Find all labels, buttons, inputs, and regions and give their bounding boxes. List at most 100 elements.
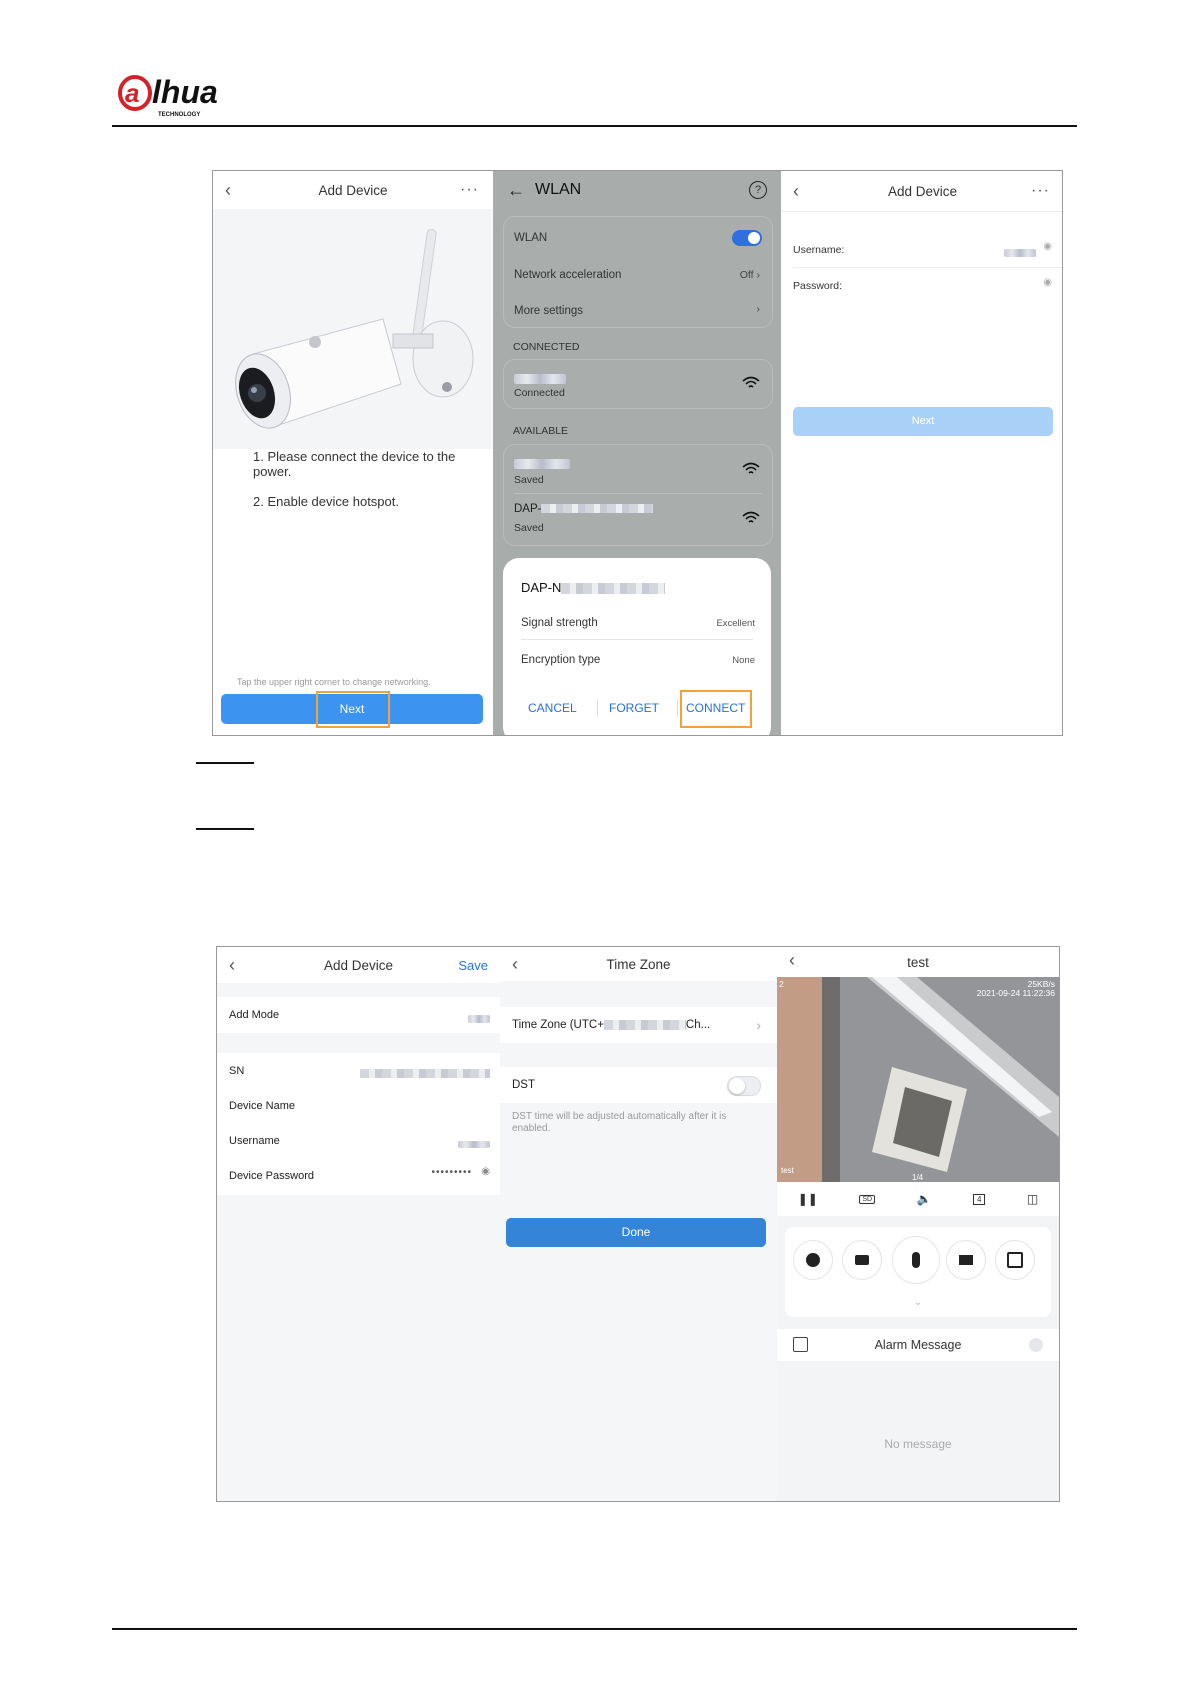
time-zone-suffix: Ch... xyxy=(685,1019,711,1031)
screen-title: Time Zone xyxy=(606,956,671,972)
step-marker-2 xyxy=(196,828,254,830)
available-list: Saved DAP- Saved xyxy=(503,444,773,546)
alarm-message-header[interactable]: Alarm Message xyxy=(777,1329,1059,1361)
eye-icon[interactable]: ◉ xyxy=(1043,241,1052,252)
help-icon[interactable]: ? xyxy=(749,181,767,199)
nav-bar: ‹ Time Zone xyxy=(500,947,777,981)
more-settings[interactable]: More settings xyxy=(514,305,772,317)
cancel-button[interactable]: CANCEL xyxy=(528,701,577,715)
network-acceleration[interactable]: Network acceleration xyxy=(514,269,772,281)
dialog-title: DAP-N xyxy=(521,580,666,595)
nav-bar: ← WLAN ? xyxy=(493,171,781,209)
device-info-list: SN Device Name Username Device Password … xyxy=(217,1053,500,1195)
svg-text:a: a xyxy=(125,78,139,108)
network-item-dap[interactable]: DAP- Saved xyxy=(504,495,772,543)
figure-2: ‹ Add Device Save Add Mode SN Device Nam… xyxy=(216,946,1060,1502)
fullscreen-icon[interactable]: ◫ xyxy=(1027,1192,1038,1206)
wifi-icon xyxy=(742,376,760,388)
playback-icon[interactable] xyxy=(995,1240,1035,1280)
channel-number: 2 xyxy=(779,979,784,989)
back-icon[interactable]: ‹ xyxy=(789,950,795,971)
expand-chevron-icon[interactable]: ⌄ xyxy=(785,1297,1051,1308)
add-mode-label: Add Mode xyxy=(229,1009,280,1021)
back-icon[interactable]: ‹ xyxy=(225,180,231,201)
footer-rule xyxy=(112,1628,1077,1630)
page-indicator: 1/4 xyxy=(912,1173,924,1182)
time-zone-prefix: Time Zone (UTC+ xyxy=(512,1019,604,1031)
sd-quality-icon[interactable]: SD xyxy=(859,1194,876,1204)
alarm-message-title: Alarm Message xyxy=(874,1338,962,1352)
next-button-disabled[interactable]: Next xyxy=(793,407,1053,436)
add-mode-row[interactable]: Add Mode xyxy=(217,997,500,1033)
highlight-next xyxy=(316,691,390,728)
device-name-label[interactable]: Device Name xyxy=(229,1100,295,1112)
connected-network[interactable]: Connected xyxy=(503,359,773,409)
record-icon[interactable] xyxy=(946,1240,986,1280)
dst-label: DST xyxy=(512,1079,535,1091)
back-icon[interactable]: ‹ xyxy=(229,955,235,976)
mute-icon[interactable]: 🔈 xyxy=(917,1192,932,1206)
nav-bar: ‹ test xyxy=(777,947,1059,977)
eye-icon[interactable]: ◉ xyxy=(1043,277,1052,288)
time-zone-row[interactable]: Time Zone (UTC+ Ch... › xyxy=(500,1007,777,1043)
video-frame xyxy=(777,977,1059,1182)
more-icon[interactable]: ··· xyxy=(1031,182,1050,200)
network-item[interactable]: Saved xyxy=(504,445,772,493)
wlan-settings-card: WLAN Network acceleration Off › More set… xyxy=(503,216,773,328)
camera-name: test xyxy=(781,1166,794,1175)
svg-text:lhua: lhua xyxy=(152,74,218,110)
nav-bar: ‹ Add Device ··· xyxy=(213,171,493,209)
forget-button[interactable]: FORGET xyxy=(609,701,659,715)
screen-time-zone: ‹ Time Zone Time Zone (UTC+ Ch... › DST D… xyxy=(500,947,778,1501)
done-label: Done xyxy=(621,1225,651,1239)
ptz-icon[interactable] xyxy=(793,1240,833,1280)
back-icon[interactable]: ‹ xyxy=(512,954,518,975)
split-screen-icon[interactable]: 4 xyxy=(972,1193,986,1205)
header-rule xyxy=(112,125,1077,127)
save-button[interactable]: Save xyxy=(458,958,488,973)
back-arrow-icon[interactable]: ← xyxy=(507,180,525,201)
nav-bar: ‹ Add Device Save xyxy=(217,947,500,983)
collapse-icon[interactable] xyxy=(1029,1338,1043,1352)
snapshot-icon[interactable] xyxy=(842,1240,882,1280)
chevron-right-icon: › xyxy=(756,1017,761,1033)
timestamp: 2021-09-24 11:22:36 xyxy=(976,988,1055,998)
svg-text:TECHNOLOGY: TECHNOLOGY xyxy=(158,112,200,118)
wifi-icon xyxy=(742,511,760,523)
dst-toggle[interactable] xyxy=(727,1076,761,1096)
encryption-type-value: None xyxy=(732,655,755,666)
microphone-icon[interactable] xyxy=(892,1236,940,1284)
screen-wlan: ← WLAN ? WLAN Network acceleration Off ›… xyxy=(493,171,781,735)
wlan-toggle[interactable] xyxy=(732,230,762,246)
video-feed[interactable]: 25KB/s 2021-09-24 11:22:36 2 test 1/4 xyxy=(777,977,1059,1182)
signal-strength-value: Excellent xyxy=(716,618,755,629)
highlight-connect xyxy=(680,690,752,728)
hint-text: Tap the upper right corner to change net… xyxy=(237,677,431,687)
more-icon[interactable]: ··· xyxy=(460,181,479,199)
wifi-icon xyxy=(742,462,760,474)
next-label: Next xyxy=(911,415,935,427)
figure-1: ‹ Add Device ··· 1. Please connect the d… xyxy=(212,170,1063,736)
accel-value: Off › xyxy=(739,269,760,281)
step-2-text: 2. Enable device hotspot. xyxy=(253,494,399,509)
screen-add-device-save: ‹ Add Device Save Add Mode SN Device Nam… xyxy=(217,947,501,1501)
step-marker-1 xyxy=(196,762,254,764)
back-icon[interactable]: ‹ xyxy=(793,181,799,202)
username-value-blurred[interactable] xyxy=(1004,244,1036,262)
screen-title: Add Device xyxy=(887,183,958,199)
pause-icon[interactable]: ❚❚ xyxy=(798,1192,818,1206)
screen-title: test xyxy=(907,954,929,970)
available-header: AVAILABLE xyxy=(513,425,569,437)
network-name-blurred xyxy=(514,370,566,388)
playback-toolbar: ❚❚ SD 🔈 4 ◫ xyxy=(777,1182,1059,1216)
dap-label: DAP- xyxy=(514,503,542,515)
dst-note: DST time will be adjusted automatically … xyxy=(512,1111,727,1134)
sn-label: SN xyxy=(229,1065,245,1077)
screen-title: Add Device xyxy=(323,957,394,973)
connected-status: Connected xyxy=(514,387,565,399)
password-dots[interactable]: ••••••••• xyxy=(431,1167,472,1178)
saved-status: Saved xyxy=(514,522,544,534)
screen-title: WLAN xyxy=(535,181,582,198)
done-button[interactable]: Done xyxy=(506,1218,766,1247)
eye-icon[interactable]: ◉ xyxy=(481,1166,490,1177)
